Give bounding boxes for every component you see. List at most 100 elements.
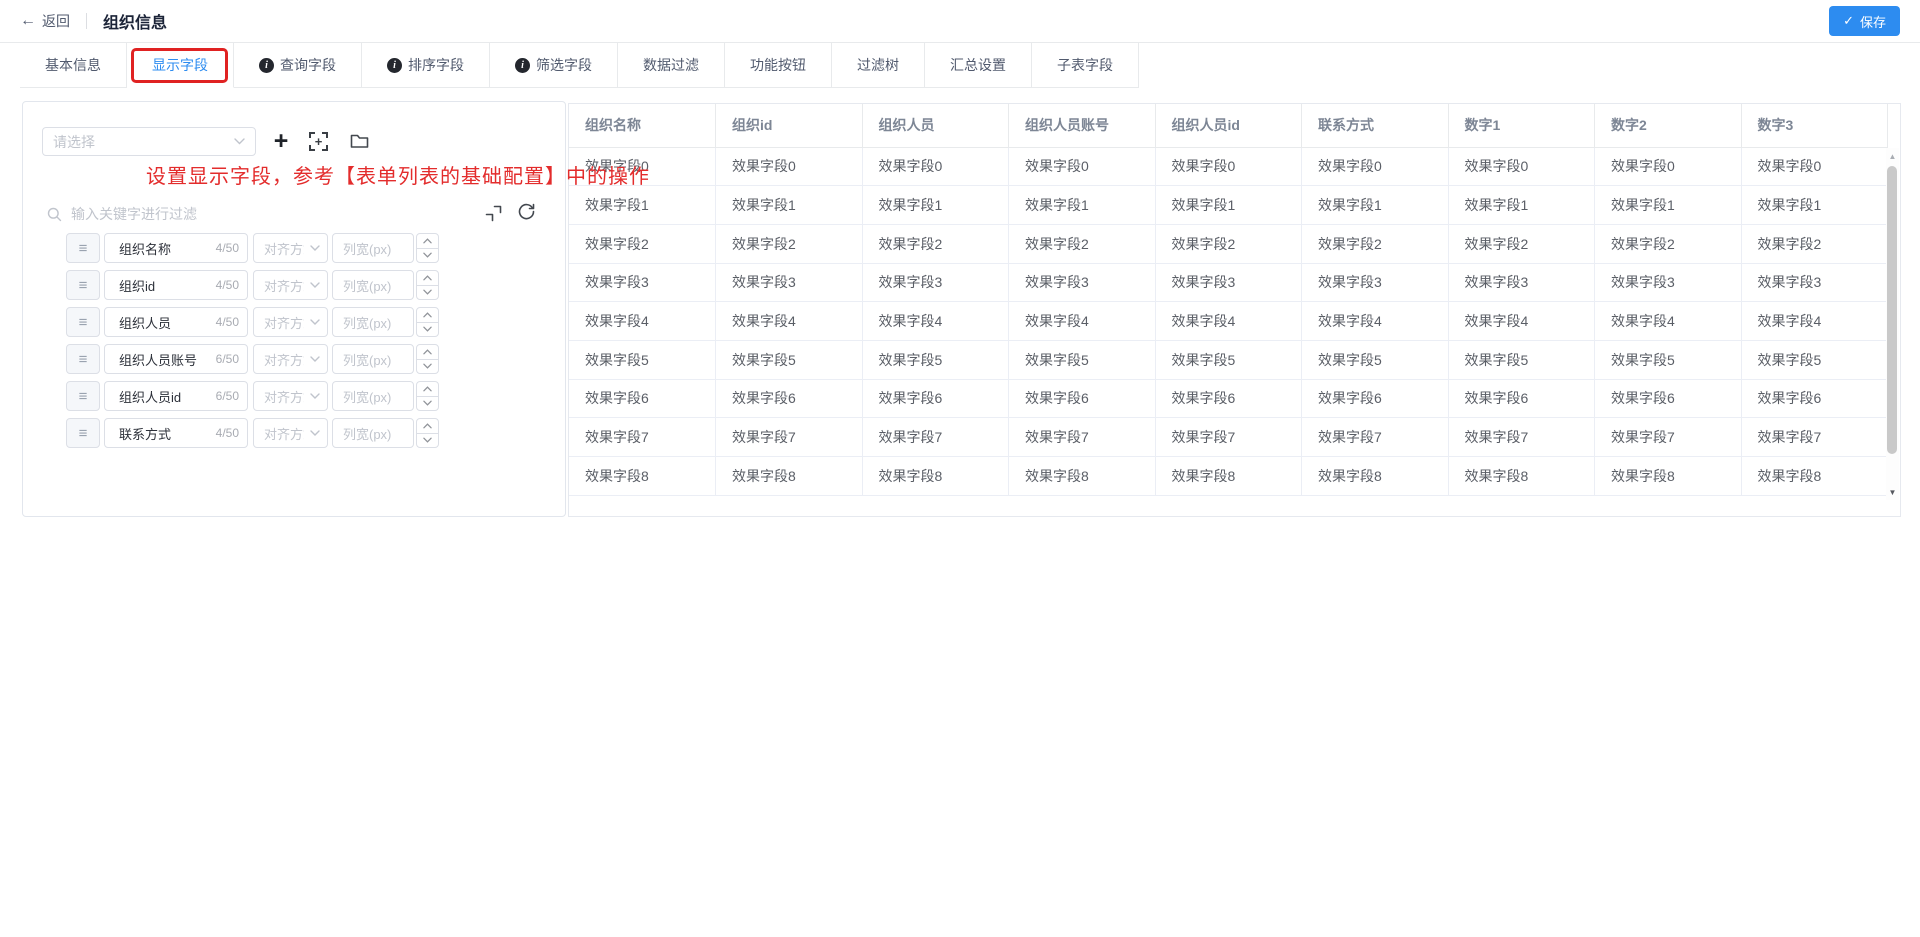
column-width-input[interactable]: 列宽(px) bbox=[332, 233, 414, 263]
table-cell: 效果字段8 bbox=[1009, 457, 1156, 496]
field-name-input[interactable]: 组织名称 4/50 bbox=[104, 233, 248, 263]
tab-数据过滤[interactable]: 数据过滤 bbox=[618, 43, 725, 88]
tab-查询字段[interactable]: i查询字段 bbox=[234, 43, 362, 88]
drag-handle[interactable]: ≡ bbox=[66, 418, 100, 448]
field-name-input[interactable]: 组织id 4/50 bbox=[104, 270, 248, 300]
field-name-input[interactable]: 联系方式 4/50 bbox=[104, 418, 248, 448]
field-count: 4/50 bbox=[216, 278, 239, 292]
stepper-up-button[interactable] bbox=[417, 419, 438, 434]
table-scrollbar[interactable]: ▲ ▼ bbox=[1886, 148, 1899, 500]
field-search[interactable]: 输入关键字进行过滤 bbox=[47, 199, 467, 229]
table-cell: 效果字段1 bbox=[1009, 186, 1156, 225]
chevron-up-icon bbox=[423, 275, 432, 281]
stepper-down-button[interactable] bbox=[417, 360, 438, 374]
tab-子表字段[interactable]: 子表字段 bbox=[1032, 43, 1139, 88]
table-cell: 效果字段3 bbox=[716, 263, 863, 302]
table-cell: 效果字段1 bbox=[1448, 186, 1595, 225]
check-icon: ✓ bbox=[1843, 13, 1854, 29]
refresh-button[interactable] bbox=[515, 200, 537, 222]
drag-handle[interactable]: ≡ bbox=[66, 344, 100, 374]
table-cell: 效果字段8 bbox=[1448, 457, 1595, 496]
table-cell: 效果字段5 bbox=[1595, 340, 1742, 379]
collapse-all-button[interactable] bbox=[483, 203, 503, 223]
stepper-up-button[interactable] bbox=[417, 271, 438, 286]
table-cell: 效果字段1 bbox=[716, 186, 863, 225]
table-cell: 效果字段0 bbox=[1741, 147, 1888, 186]
field-type-select[interactable]: 请选择 bbox=[42, 127, 256, 156]
table-cell: 效果字段6 bbox=[1741, 379, 1888, 418]
field-count: 6/50 bbox=[216, 389, 239, 403]
stepper-up-button[interactable] bbox=[417, 382, 438, 397]
table-cell: 效果字段1 bbox=[1741, 186, 1888, 225]
drag-handle[interactable]: ≡ bbox=[66, 233, 100, 263]
tab-过滤树[interactable]: 过滤树 bbox=[832, 43, 925, 88]
tab-功能按钮[interactable]: 功能按钮 bbox=[725, 43, 832, 88]
table-cell: 效果字段0 bbox=[716, 147, 863, 186]
stepper-down-button[interactable] bbox=[417, 323, 438, 337]
tab-显示字段[interactable]: 显示字段 bbox=[127, 43, 234, 88]
tab-汇总设置[interactable]: 汇总设置 bbox=[925, 43, 1032, 88]
group-button[interactable] bbox=[349, 132, 369, 150]
align-select-placeholder: 对齐方式 bbox=[264, 313, 304, 332]
chevron-down-icon bbox=[423, 289, 432, 295]
column-width-input[interactable]: 列宽(px) bbox=[332, 418, 414, 448]
chevron-up-icon bbox=[423, 423, 432, 429]
column-width-input[interactable]: 列宽(px) bbox=[332, 381, 414, 411]
save-button[interactable]: ✓ 保存 bbox=[1829, 6, 1900, 36]
chevron-down-icon bbox=[423, 363, 432, 369]
table-cell: 效果字段5 bbox=[1155, 340, 1302, 379]
tab-排序字段[interactable]: i排序字段 bbox=[362, 43, 490, 88]
add-field-button[interactable]: + bbox=[266, 126, 296, 156]
stepper-down-button[interactable] bbox=[417, 397, 438, 411]
table-cell: 效果字段4 bbox=[1448, 302, 1595, 341]
stepper-up-button[interactable] bbox=[417, 308, 438, 323]
column-header: 组织人员账号 bbox=[1009, 104, 1156, 147]
tab-label: 排序字段 bbox=[408, 55, 464, 75]
column-width-input[interactable]: 列宽(px) bbox=[332, 307, 414, 337]
drag-handle[interactable]: ≡ bbox=[66, 307, 100, 337]
drag-handle[interactable]: ≡ bbox=[66, 270, 100, 300]
tab-label: 筛选字段 bbox=[536, 55, 592, 75]
drag-handle[interactable]: ≡ bbox=[66, 381, 100, 411]
tab-基本信息[interactable]: 基本信息 bbox=[20, 43, 127, 88]
field-name-input[interactable]: 组织人员 4/50 bbox=[104, 307, 248, 337]
refresh-icon bbox=[517, 202, 536, 221]
column-width-input[interactable]: 列宽(px) bbox=[332, 270, 414, 300]
align-select-placeholder: 对齐方式 bbox=[264, 387, 304, 406]
field-name-input[interactable]: 组织人员id 6/50 bbox=[104, 381, 248, 411]
table-cell: 效果字段4 bbox=[1009, 302, 1156, 341]
scroll-down-arrow[interactable]: ▼ bbox=[1886, 485, 1899, 499]
tab-label: 过滤树 bbox=[857, 55, 899, 75]
column-header: 数字3 bbox=[1741, 104, 1888, 147]
field-name-input[interactable]: 组织人员账号 6/50 bbox=[104, 344, 248, 374]
align-select[interactable]: 对齐方式 bbox=[253, 233, 328, 263]
scroll-up-arrow[interactable]: ▲ bbox=[1886, 149, 1899, 163]
chevron-down-icon bbox=[310, 245, 320, 251]
align-select[interactable]: 对齐方式 bbox=[253, 270, 328, 300]
table-cell: 效果字段0 bbox=[569, 147, 716, 186]
chevron-down-icon bbox=[310, 282, 320, 288]
search-icon bbox=[47, 207, 62, 222]
align-select[interactable]: 对齐方式 bbox=[253, 344, 328, 374]
stepper-down-button[interactable] bbox=[417, 434, 438, 448]
align-select[interactable]: 对齐方式 bbox=[253, 381, 328, 411]
column-width-input[interactable]: 列宽(px) bbox=[332, 344, 414, 374]
drag-handle-icon: ≡ bbox=[79, 351, 88, 368]
scrollbar-thumb[interactable] bbox=[1887, 166, 1897, 454]
table-cell: 效果字段6 bbox=[1009, 379, 1156, 418]
batch-add-button[interactable]: + bbox=[309, 132, 328, 151]
table-header-row: 组织名称组织id组织人员组织人员账号组织人员id联系方式数字1数字2数字3 bbox=[569, 104, 1888, 147]
align-select[interactable]: 对齐方式 bbox=[253, 307, 328, 337]
stepper-up-button[interactable] bbox=[417, 345, 438, 360]
table-cell: 效果字段1 bbox=[1302, 186, 1449, 225]
stepper-down-button[interactable] bbox=[417, 286, 438, 300]
align-select[interactable]: 对齐方式 bbox=[253, 418, 328, 448]
back-button[interactable]: ← 返回 bbox=[20, 11, 70, 31]
field-type-select-placeholder: 请选择 bbox=[53, 132, 95, 152]
chevron-up-icon bbox=[423, 238, 432, 244]
tab-筛选字段[interactable]: i筛选字段 bbox=[490, 43, 618, 88]
stepper-up-button[interactable] bbox=[417, 234, 438, 249]
width-stepper bbox=[416, 418, 439, 448]
table-cell: 效果字段0 bbox=[1302, 147, 1449, 186]
stepper-down-button[interactable] bbox=[417, 249, 438, 263]
